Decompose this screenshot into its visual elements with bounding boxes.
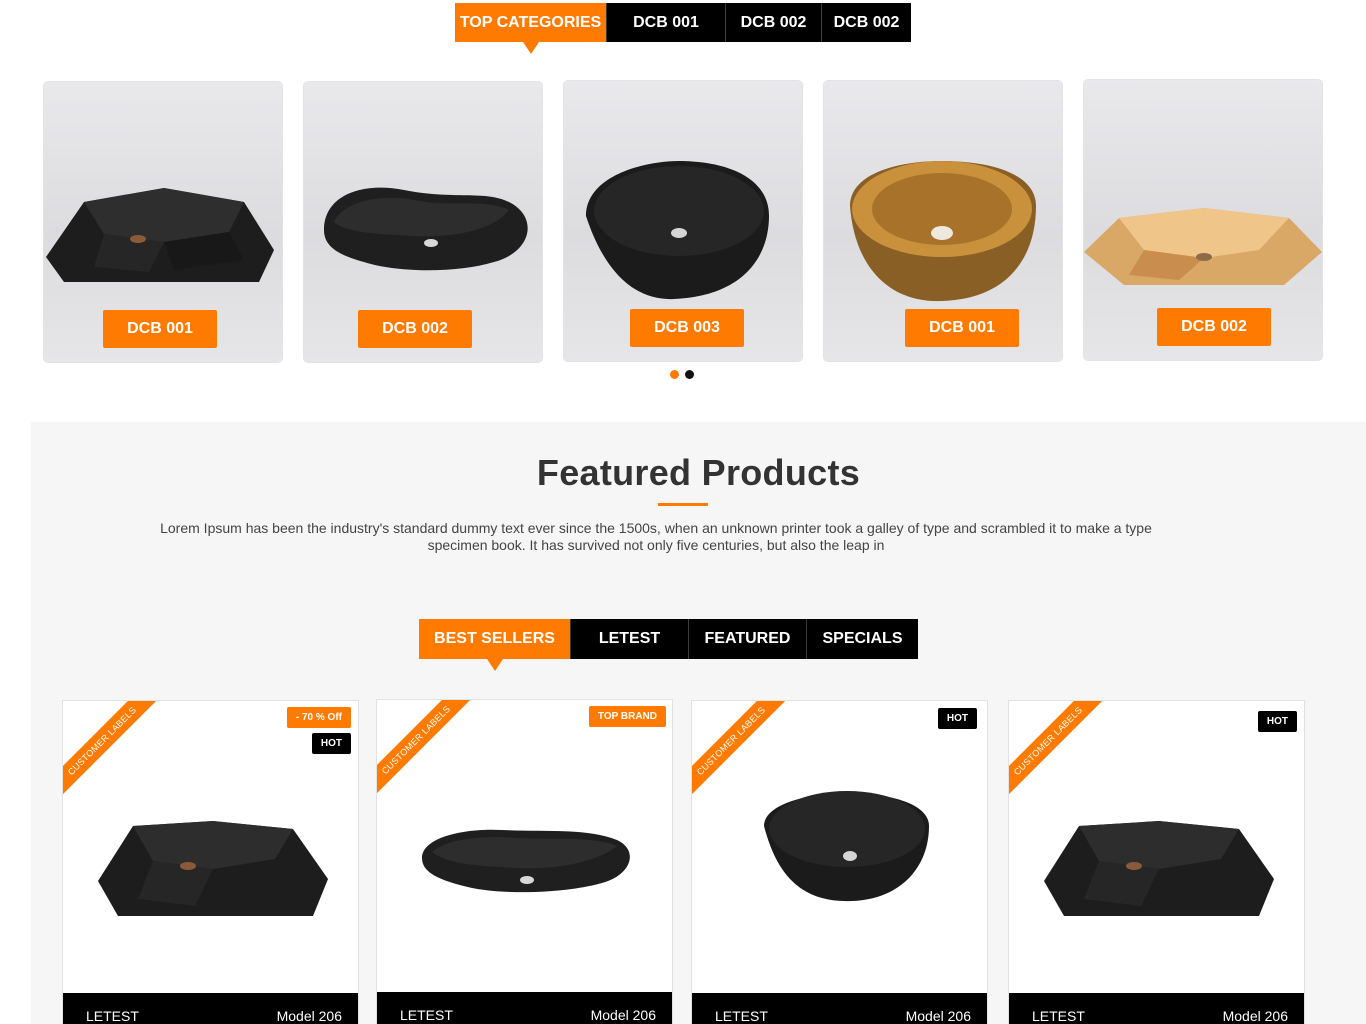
category-card[interactable]: DCB 001 <box>824 81 1062 361</box>
top-brand-badge: TOP BRAND <box>588 706 666 727</box>
category-label-button[interactable]: DCB 001 <box>103 310 217 348</box>
product-card[interactable]: CUSTOMER LABELS - 70 % Off HOT LETEST Mo… <box>62 700 359 1024</box>
product-category[interactable]: LETEST <box>715 1008 768 1024</box>
category-card[interactable]: DCB 002 <box>304 82 542 362</box>
category-card[interactable]: DCB 003 <box>564 81 802 361</box>
tab-featured[interactable]: FEATURED <box>688 619 806 659</box>
product-category[interactable]: LETEST <box>1032 1008 1085 1024</box>
black-faceted-rectangular-basin-image <box>1044 821 1274 916</box>
black-faceted-rectangular-basin-image <box>98 821 328 916</box>
category-card[interactable]: DCB 002 <box>1084 80 1322 360</box>
black-round-bowl-basin-image <box>764 791 929 902</box>
tab-dcb-001[interactable]: DCB 001 <box>606 3 725 42</box>
category-card[interactable]: DCB 001 <box>44 82 282 362</box>
carousel-dot-1[interactable] <box>670 370 679 379</box>
tab-dcb-002[interactable]: DCB 002 <box>725 3 821 42</box>
tab-letest[interactable]: LETEST <box>570 619 688 659</box>
category-label-button[interactable]: DCB 002 <box>1157 308 1271 346</box>
top-categories-tabs: TOP CATEGORIES DCB 001 DCB 002 DCB 002 <box>455 3 911 54</box>
tab-specials[interactable]: SPECIALS <box>806 619 918 659</box>
product-name[interactable]: Model 206 <box>906 1008 971 1024</box>
black-oval-basin-image <box>422 829 630 893</box>
product-footer: LETEST Model 206 <box>692 993 987 1024</box>
product-tabs: BEST SELLERS LETEST FEATURED SPECIALS <box>419 619 918 671</box>
category-label-button[interactable]: DCB 002 <box>358 310 472 348</box>
product-footer: LETEST Model 206 <box>63 993 358 1024</box>
tab-top-categories[interactable]: TOP CATEGORIES <box>455 3 606 54</box>
tab-best-sellers[interactable]: BEST SELLERS <box>419 619 570 671</box>
title-underline <box>658 503 708 506</box>
product-card[interactable]: CUSTOMER LABELS TOP BRAND LETEST Model 2… <box>376 699 673 1024</box>
product-footer: LETEST Model 206 <box>377 992 672 1024</box>
product-category[interactable]: LETEST <box>400 1007 453 1023</box>
product-name[interactable]: Model 206 <box>1223 1008 1288 1024</box>
section-description: Lorem Ipsum has been the industry's stan… <box>160 520 1152 553</box>
hot-badge: HOT <box>1257 711 1297 732</box>
product-category[interactable]: LETEST <box>86 1008 139 1024</box>
hot-badge: HOT <box>937 708 977 729</box>
section-title: Featured Products <box>536 452 861 493</box>
featured-products-section: Featured Products Lorem Ipsum has been t… <box>31 422 1366 1024</box>
tab-dcb-002-b[interactable]: DCB 002 <box>821 3 911 42</box>
product-card[interactable]: CUSTOMER LABELS HOT LETEST Model 206 <box>691 700 988 1024</box>
product-footer: LETEST Model 206 <box>1009 993 1304 1024</box>
hot-badge: HOT <box>311 733 351 754</box>
product-name[interactable]: Model 206 <box>591 1007 656 1023</box>
product-card[interactable]: CUSTOMER LABELS HOT LETEST Model 206 <box>1008 700 1305 1024</box>
category-label-button[interactable]: DCB 003 <box>630 309 744 347</box>
carousel-dot-2[interactable] <box>685 370 694 379</box>
product-name[interactable]: Model 206 <box>277 1008 342 1024</box>
discount-badge: - 70 % Off <box>286 707 351 728</box>
category-label-button[interactable]: DCB 001 <box>905 309 1019 347</box>
carousel-pagination <box>670 370 694 379</box>
